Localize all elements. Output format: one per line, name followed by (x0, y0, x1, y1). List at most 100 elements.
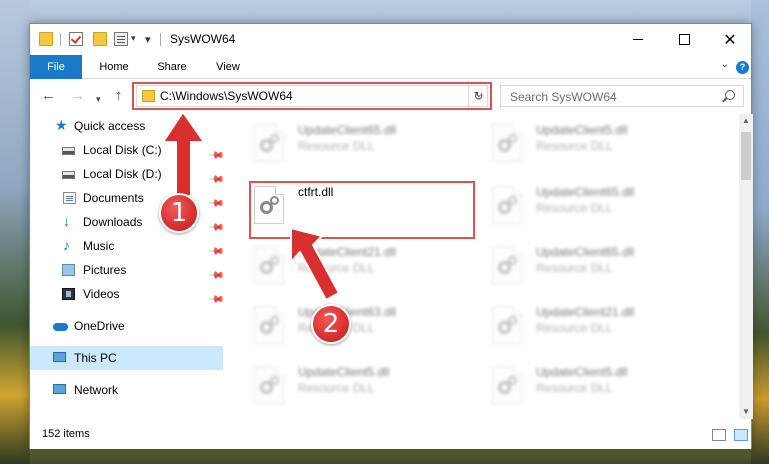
file-type: Resource DLL (298, 381, 375, 395)
file-item[interactable]: UpdateClient5.dll Resource DLL (226, 360, 458, 412)
download-icon: ↓ (63, 213, 70, 229)
drive-icon (62, 147, 75, 155)
recent-locations-chevron-icon[interactable]: ▾ (96, 91, 101, 107)
tab-view[interactable]: View (206, 55, 250, 79)
quick-access-dropdown-icon[interactable]: ▾ (145, 33, 151, 46)
search-placeholder: Search SysWOW64 (510, 90, 617, 104)
file-type: Resource DLL (536, 139, 613, 153)
search-box[interactable]: Search SysWOW64 (500, 85, 744, 107)
scroll-down-icon[interactable]: ▼ (739, 405, 753, 419)
sidebar-item-music[interactable]: ♪ Music 📌 (30, 234, 225, 260)
sidebar-item-label: OneDrive (74, 319, 125, 333)
details-view-icon[interactable] (712, 429, 726, 441)
pictures-icon (62, 264, 75, 276)
file-type: Resource DLL (298, 139, 375, 153)
dll-file-icon (254, 246, 284, 284)
file-highlight-box (249, 181, 475, 239)
scroll-thumb[interactable] (741, 132, 751, 180)
music-icon: ♪ (63, 237, 70, 253)
sidebar-item-label: This PC (74, 351, 117, 365)
large-icons-view-icon[interactable] (734, 429, 748, 441)
file-type: Resource DLL (536, 201, 613, 215)
title-separator (160, 33, 161, 46)
chevron-down-icon[interactable]: ▾ (131, 33, 136, 44)
dll-file-icon (492, 186, 522, 224)
file-name: UpdateClient21.dll (536, 305, 635, 319)
computer-icon (53, 352, 66, 362)
file-list: UpdateClient65.dll Resource DLL UpdateCl… (226, 114, 739, 419)
sidebar-item-label: Quick access (74, 119, 146, 133)
sidebar-item-label: Local Disk (D:) (83, 167, 162, 181)
file-name: UpdateClient65.dll (536, 245, 635, 259)
sidebar-item-network[interactable]: Network (30, 378, 223, 402)
tab-home[interactable]: Home (92, 55, 136, 79)
network-icon (53, 384, 66, 394)
file-item[interactable]: UpdateClient5.dll Resource DLL (464, 118, 696, 170)
desktop-background-right (751, 0, 769, 464)
sidebar-item-quick-access[interactable]: ★ Quick access (30, 114, 223, 138)
sidebar-item-label: Downloads (83, 215, 143, 229)
file-item[interactable]: UpdateClient65.dll Resource DLL (226, 118, 458, 170)
back-arrow-icon[interactable]: ← (41, 88, 56, 104)
file-item[interactable]: UpdateClient65.dll Resource DLL (464, 240, 696, 292)
search-icon[interactable] (725, 90, 735, 100)
drive-icon (62, 171, 75, 179)
tab-file[interactable]: File (30, 55, 82, 79)
file-item[interactable]: UpdateClient5.dll Resource DLL (464, 360, 696, 412)
sidebar-item-videos[interactable]: Videos 📌 (30, 282, 225, 308)
sidebar-item-local-disk-c[interactable]: Local Disk (C:) 📌 (30, 138, 225, 164)
sidebar-item-local-disk-d[interactable]: Local Disk (D:) 📌 (30, 162, 225, 188)
file-item[interactable]: UpdateClient21.dll Resource DLL (464, 300, 696, 352)
sidebar-item-pictures[interactable]: Pictures 📌 (30, 258, 225, 284)
file-name: UpdateClient5.dll (536, 365, 628, 379)
sidebar-item-label: Pictures (83, 263, 127, 277)
close-button[interactable]: ✕ (707, 24, 753, 55)
file-item[interactable]: UpdateClient65.dll Resource DLL (464, 180, 696, 232)
ribbon-expand-icon[interactable]: ⌄ (721, 59, 729, 70)
sidebar-item-label: Music (83, 239, 115, 253)
sidebar-item-label: Documents (83, 191, 144, 205)
file-type: Resource DLL (536, 321, 613, 335)
file-name: UpdateClient21.dll (298, 245, 397, 259)
toolbar-separator (60, 33, 61, 46)
step-1-badge: 1 (159, 193, 199, 233)
documents-icon (63, 192, 76, 204)
new-folder-icon[interactable] (93, 32, 107, 46)
navigation-bar: ← → ▾ ↑ C:\Windows\SysWOW64 ⌄ ↻ Search S… (30, 80, 751, 113)
minimize-button[interactable] (615, 24, 661, 55)
file-name: UpdateClient65.dll (536, 185, 635, 199)
title-bar: ▾ ▾ SysWOW64 ✕ (30, 24, 751, 55)
help-icon[interactable]: ? (736, 61, 749, 74)
sidebar-item-onedrive[interactable]: OneDrive (30, 314, 223, 338)
dll-file-icon (254, 306, 284, 344)
sidebar-item-label: Local Disk (C:) (83, 143, 162, 157)
dll-file-icon (254, 366, 284, 404)
file-name: UpdateClient5.dll (536, 123, 628, 137)
tab-share[interactable]: Share (150, 55, 194, 79)
dll-file-icon (492, 246, 522, 284)
up-arrow-icon[interactable]: ↑ (115, 88, 123, 104)
file-explorer-window: ▾ ▾ SysWOW64 ✕ File Home Share View ⌄ ? … (29, 23, 753, 449)
star-icon: ★ (55, 117, 68, 133)
dll-file-icon (492, 306, 522, 344)
dll-file-icon (492, 124, 522, 162)
ribbon-tabs: File Home Share View ⌄ ? (30, 55, 751, 79)
sidebar-item-label: Network (74, 383, 119, 397)
cloud-icon (53, 323, 68, 331)
dll-file-icon (254, 124, 284, 162)
folder-icon (39, 32, 53, 46)
status-bar: 152 items (30, 422, 751, 449)
properties-check-icon[interactable] (69, 32, 83, 46)
dll-file-icon (492, 366, 522, 404)
scroll-up-icon[interactable]: ▲ (739, 114, 753, 128)
item-count: 152 items (42, 428, 90, 440)
sidebar-item-this-pc[interactable]: This PC (30, 346, 223, 370)
file-item[interactable]: UpdateClient21.dll Resource DLL (226, 240, 458, 292)
maximize-button[interactable] (661, 24, 707, 55)
vertical-scrollbar[interactable]: ▲ ▼ (739, 114, 753, 419)
videos-icon (62, 288, 75, 300)
forward-arrow-icon[interactable]: → (70, 88, 85, 104)
customize-icon[interactable] (114, 32, 128, 46)
file-type: Resource DLL (536, 261, 613, 275)
file-type: Resource DLL (298, 261, 375, 275)
